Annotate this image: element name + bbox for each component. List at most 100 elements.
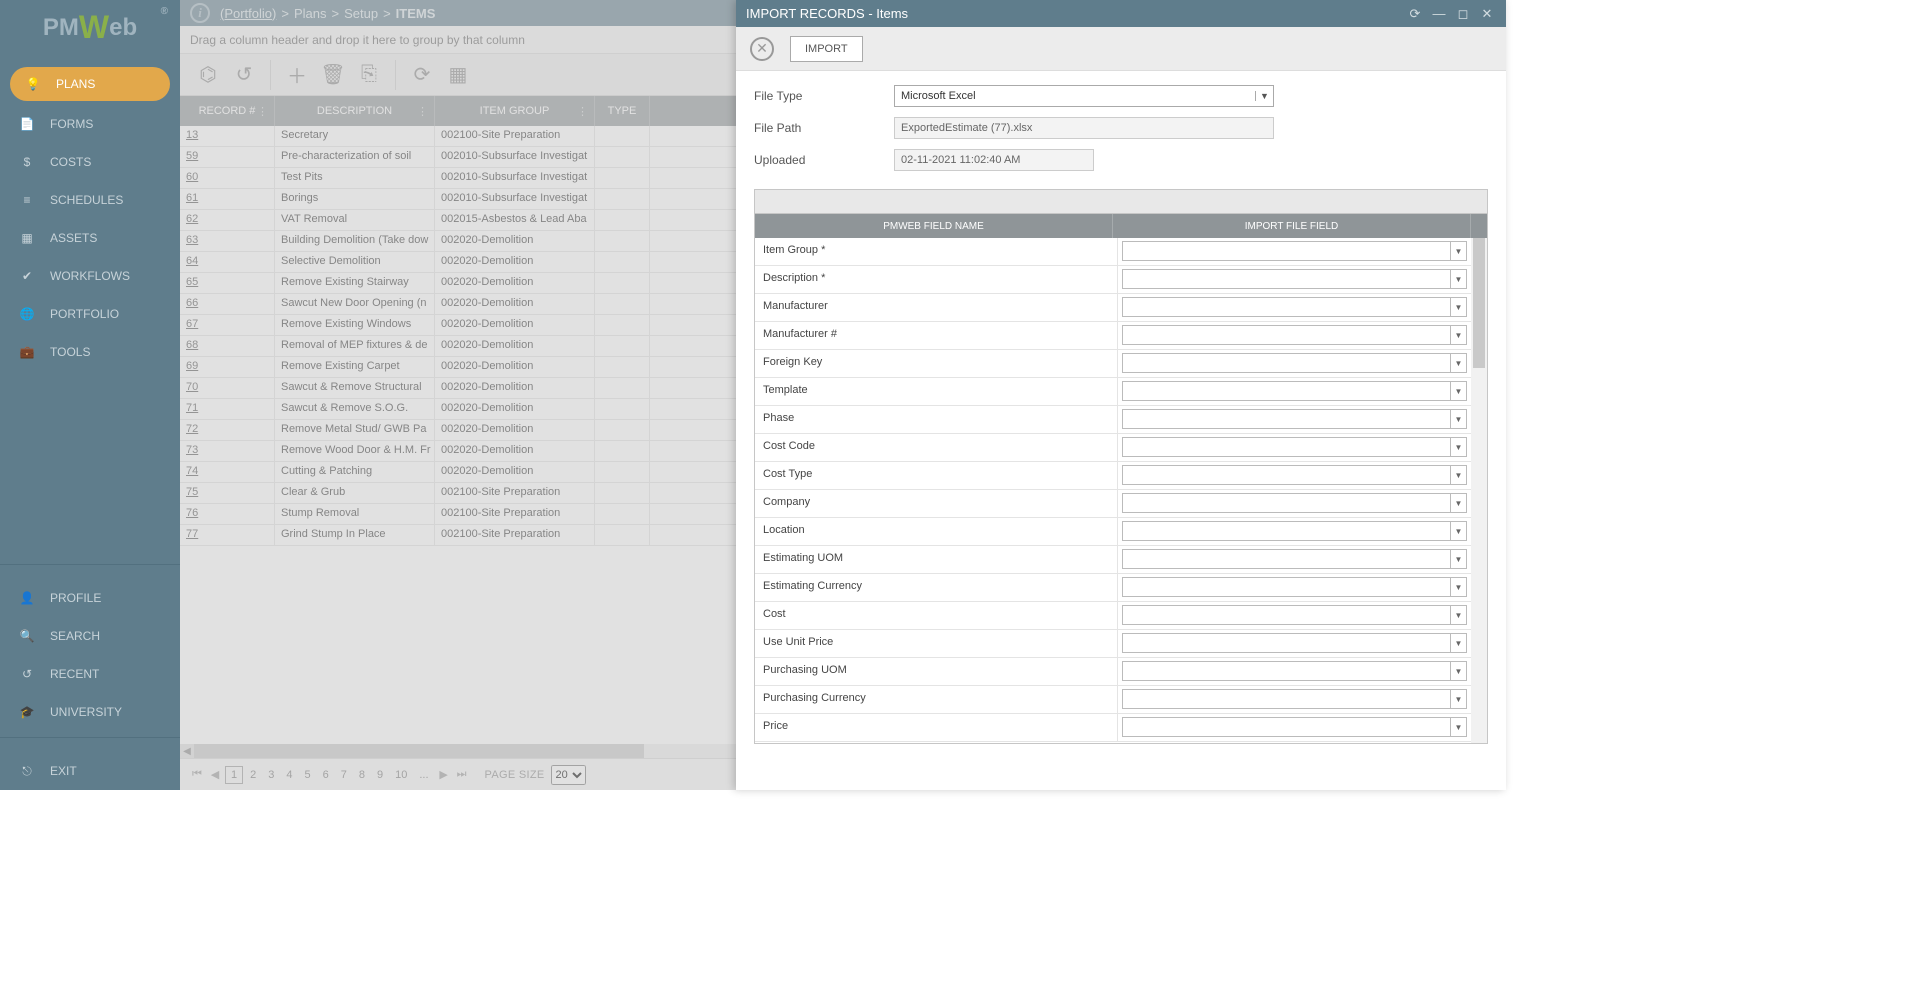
pager-prev-icon[interactable]: ◀: [207, 767, 223, 783]
chevron-down-icon[interactable]: ▼: [1450, 242, 1466, 260]
chevron-down-icon[interactable]: ▼: [1450, 410, 1466, 428]
sidebar-item-plans[interactable]: 💡PLANS: [10, 67, 170, 101]
pager-page-...[interactable]: ...: [414, 767, 433, 783]
mapping-field-select[interactable]: ▼: [1122, 605, 1468, 625]
maximize-icon[interactable]: ◻: [1454, 5, 1472, 23]
mapping-field-select[interactable]: ▼: [1122, 633, 1468, 653]
mapping-field-select[interactable]: ▼: [1122, 325, 1468, 345]
mapping-field-select[interactable]: ▼: [1122, 269, 1468, 289]
mapping-field-select[interactable]: ▼: [1122, 297, 1468, 317]
chevron-down-icon[interactable]: ▼: [1450, 382, 1466, 400]
record-link[interactable]: 69: [186, 360, 198, 372]
page-size-select[interactable]: 20: [551, 765, 586, 785]
chevron-down-icon[interactable]: ▼: [1450, 354, 1466, 372]
pager-page-10[interactable]: 10: [390, 767, 412, 783]
record-link[interactable]: 66: [186, 297, 198, 309]
chevron-down-icon[interactable]: ▼: [1450, 522, 1466, 540]
col-item-group[interactable]: ITEM GROUP⋮: [435, 96, 595, 126]
sidebar-item-workflows[interactable]: ✔WORKFLOWS: [0, 257, 180, 295]
minimize-icon[interactable]: —: [1430, 5, 1448, 23]
chevron-down-icon[interactable]: ▼: [1450, 690, 1466, 708]
breadcrumb-setup[interactable]: Setup: [344, 6, 378, 21]
record-link[interactable]: 76: [186, 507, 198, 519]
mapping-field-select[interactable]: ▼: [1122, 465, 1468, 485]
sidebar-item-profile[interactable]: 👤PROFILE: [0, 579, 180, 617]
chevron-down-icon[interactable]: ▼: [1450, 438, 1466, 456]
record-link[interactable]: 61: [186, 192, 198, 204]
history-icon[interactable]: ↺: [226, 57, 262, 93]
sidebar-item-search[interactable]: 🔍SEARCH: [0, 617, 180, 655]
chevron-down-icon[interactable]: ▼: [1450, 578, 1466, 596]
cancel-circle-icon[interactable]: ✕: [750, 37, 774, 61]
chevron-down-icon[interactable]: ▼: [1450, 494, 1466, 512]
record-link[interactable]: 72: [186, 423, 198, 435]
chevron-down-icon[interactable]: ▼: [1450, 550, 1466, 568]
sidebar-item-university[interactable]: 🎓UNIVERSITY: [0, 693, 180, 731]
mapping-field-select[interactable]: ▼: [1122, 353, 1468, 373]
sidebar-item-schedules[interactable]: ≡SCHEDULES: [0, 181, 180, 219]
sidebar-item-portfolio[interactable]: 🌐PORTFOLIO: [0, 295, 180, 333]
sidebar-item-forms[interactable]: 📄FORMS: [0, 105, 180, 143]
record-link[interactable]: 73: [186, 444, 198, 456]
sidebar-item-assets[interactable]: ▦ASSETS: [0, 219, 180, 257]
pager-page-7[interactable]: 7: [336, 767, 352, 783]
mapping-field-select[interactable]: ▼: [1122, 661, 1468, 681]
mapping-field-select[interactable]: ▼: [1122, 493, 1468, 513]
chevron-down-icon[interactable]: ▼: [1255, 91, 1273, 101]
close-icon[interactable]: ✕: [1478, 5, 1496, 23]
record-link[interactable]: 75: [186, 486, 198, 498]
record-link[interactable]: 65: [186, 276, 198, 288]
chevron-down-icon[interactable]: ▼: [1450, 634, 1466, 652]
record-link[interactable]: 60: [186, 171, 198, 183]
mapping-field-select[interactable]: ▼: [1122, 717, 1468, 737]
mapping-field-select[interactable]: ▼: [1122, 241, 1468, 261]
record-link[interactable]: 71: [186, 402, 198, 414]
record-link[interactable]: 59: [186, 150, 198, 162]
mapping-field-select[interactable]: ▼: [1122, 409, 1468, 429]
grid-icon[interactable]: ▦: [440, 57, 476, 93]
mapping-field-select[interactable]: ▼: [1122, 521, 1468, 541]
file-type-select[interactable]: Microsoft Excel▼: [894, 85, 1274, 107]
pager-page-3[interactable]: 3: [263, 767, 279, 783]
chevron-down-icon[interactable]: ▼: [1450, 270, 1466, 288]
pager-page-8[interactable]: 8: [354, 767, 370, 783]
mapping-scroll-thumb[interactable]: [1473, 238, 1485, 368]
scroll-thumb[interactable]: [194, 744, 644, 758]
sidebar-item-recent[interactable]: ↺RECENT: [0, 655, 180, 693]
chevron-down-icon[interactable]: ▼: [1450, 718, 1466, 736]
pager-next-icon[interactable]: ▶: [436, 767, 452, 783]
pager-last-icon[interactable]: ⏭: [454, 767, 470, 783]
chevron-down-icon[interactable]: ▼: [1450, 298, 1466, 316]
record-link[interactable]: 67: [186, 318, 198, 330]
info-icon[interactable]: i: [190, 3, 210, 23]
chevron-down-icon[interactable]: ▼: [1450, 326, 1466, 344]
mapping-field-select[interactable]: ▼: [1122, 689, 1468, 709]
pager-page-5[interactable]: 5: [300, 767, 316, 783]
record-link[interactable]: 64: [186, 255, 198, 267]
pager-page-2[interactable]: 2: [245, 767, 261, 783]
mapping-field-select[interactable]: ▼: [1122, 381, 1468, 401]
breadcrumb-plans[interactable]: Plans: [294, 6, 327, 21]
mapping-field-select[interactable]: ▼: [1122, 577, 1468, 597]
mapping-v-scrollbar[interactable]: [1471, 238, 1487, 743]
hierarchy-icon[interactable]: ⌬: [190, 57, 226, 93]
delete-icon[interactable]: 🗑: [315, 57, 351, 93]
record-link[interactable]: 74: [186, 465, 198, 477]
chevron-down-icon[interactable]: ▼: [1450, 662, 1466, 680]
record-link[interactable]: 77: [186, 528, 198, 540]
scroll-left-icon[interactable]: ◀: [180, 744, 194, 758]
col-record[interactable]: RECORD #⋮: [180, 96, 275, 126]
sidebar-item-costs[interactable]: $COSTS: [0, 143, 180, 181]
chevron-down-icon[interactable]: ▼: [1450, 466, 1466, 484]
pin-icon[interactable]: ⟳: [1406, 5, 1424, 23]
add-icon[interactable]: ＋: [279, 57, 315, 93]
import-button[interactable]: IMPORT: [790, 36, 863, 62]
col-type[interactable]: TYPE: [595, 96, 650, 126]
sidebar-item-exit[interactable]: ⎋EXIT: [0, 752, 180, 790]
mapping-field-select[interactable]: ▼: [1122, 437, 1468, 457]
chevron-down-icon[interactable]: ▼: [1450, 606, 1466, 624]
export-icon[interactable]: ⎘: [351, 57, 387, 93]
pager-page-9[interactable]: 9: [372, 767, 388, 783]
col-description[interactable]: DESCRIPTION⋮: [275, 96, 435, 126]
record-link[interactable]: 68: [186, 339, 198, 351]
